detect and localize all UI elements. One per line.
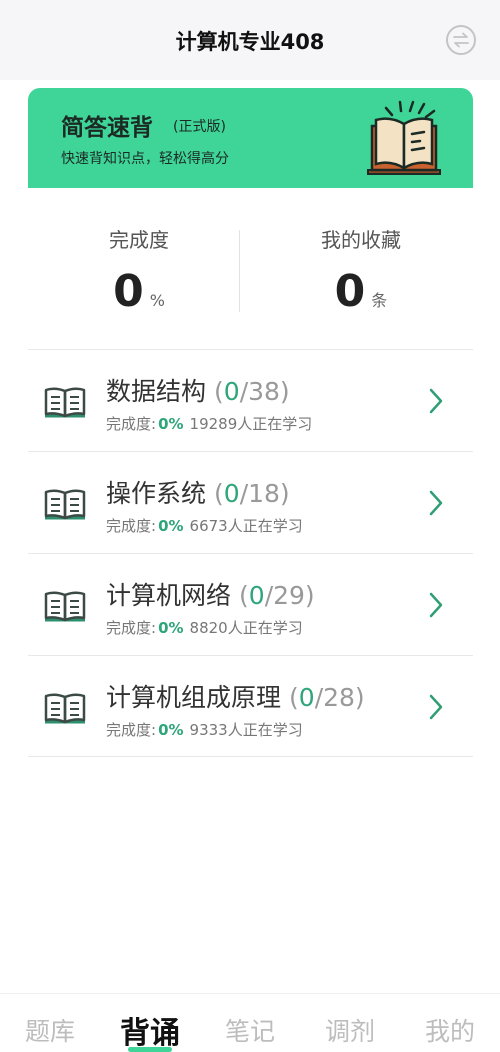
count-done: 0 [248,581,265,610]
subject-meta: 完成度: 0% 6673人正在学习 [106,515,303,536]
recite-banner[interactable]: 简答速背 (正式版) 快速背知识点，轻松得高分 [28,88,473,188]
bottom-tab-bar: 题库 背诵 笔记 调剂 我的 [0,993,500,1052]
progress-value: 0% [158,517,184,535]
subject-count: (0/38) [214,377,290,406]
chevron-right-icon [429,490,443,516]
stats-panel: 完成度 0% 我的收藏 0条 [28,188,473,348]
book-icon [44,387,86,418]
banner-title: 简答速背 [61,115,153,141]
subject-count: (0/29) [239,581,315,610]
count-total: /18) [239,479,290,508]
subject-name: 计算机组成原理 [106,683,282,712]
subject-name: 操作系统 [106,479,207,508]
count-done: 0 [298,683,315,712]
count-total: /29) [264,581,315,610]
book-icon [44,489,86,520]
subject-count: (0/18) [214,479,290,508]
book-icon [44,693,86,724]
progress-value: 0% [158,721,184,739]
completion-value-wrap: 0% [28,266,250,317]
learner-count: 9333人正在学习 [189,721,303,739]
tab-recite[interactable]: 背诵 [100,1008,200,1052]
banner-subtitle: 快速背知识点，轻松得高分 [61,151,229,167]
subject-title: 计算机网络 (0/29) [106,576,315,612]
count-open: ( [214,377,224,406]
page-title: 计算机专业408 [175,30,325,54]
tab-adjustment[interactable]: 调剂 [300,1012,400,1048]
chevron-right-icon [429,592,443,618]
subject-name: 数据结构 [106,377,207,406]
completion-label: 完成度 [109,228,169,252]
subject-list: 数据结构 (0/38) 完成度: 0% 19289人正在学习 操作系统 (0/18) 完… [28,349,473,757]
subject-name: 计算机网络 [106,581,232,610]
tab-notes[interactable]: 笔记 [200,1012,300,1048]
subject-title: 数据结构 (0/38) [106,372,290,408]
subject-title: 计算机组成原理 (0/28) [106,678,365,714]
favorites-value-wrap: 0条 [250,266,472,317]
subject-count: (0/28) [289,683,365,712]
progress-label: 完成度: [106,517,157,535]
subject-row-computer-networks[interactable]: 计算机网络 (0/29) 完成度: 0% 8820人正在学习 [28,553,473,655]
progress-label: 完成度: [106,415,157,433]
open-book-icon [367,100,441,175]
count-total: /28) [314,683,365,712]
subject-meta: 完成度: 0% 8820人正在学习 [106,617,303,638]
count-done: 0 [223,479,240,508]
active-tab-indicator [128,1047,172,1052]
subject-row-data-structures[interactable]: 数据结构 (0/38) 完成度: 0% 19289人正在学习 [28,349,473,451]
book-icon [44,591,86,622]
chevron-right-icon [429,694,443,720]
progress-label: 完成度: [106,619,157,637]
stats-divider [239,230,240,312]
app-header: 计算机专业408 [0,0,500,80]
learner-count: 6673人正在学习 [189,517,303,535]
progress-value: 0% [158,619,184,637]
completion-stat[interactable]: 完成度 0% [28,188,250,348]
subject-row-computer-organization[interactable]: 计算机组成原理 (0/28) 完成度: 0% 9333人正在学习 [28,655,473,757]
progress-label: 完成度: [106,721,157,739]
tab-mine[interactable]: 我的 [400,1012,500,1048]
count-done: 0 [223,377,240,406]
subject-title: 操作系统 (0/18) [106,474,290,510]
banner-version-tag: (正式版) [173,119,226,135]
learner-count: 8820人正在学习 [189,619,303,637]
learner-count: 19289人正在学习 [189,415,313,433]
subject-meta: 完成度: 0% 19289人正在学习 [106,413,312,434]
completion-unit: % [149,291,165,310]
subject-row-operating-systems[interactable]: 操作系统 (0/18) 完成度: 0% 6673人正在学习 [28,451,473,553]
count-open: ( [214,479,224,508]
favorites-unit: 条 [371,291,388,310]
tab-question-bank[interactable]: 题库 [0,1012,100,1048]
completion-value: 0 [113,266,144,317]
count-total: /38) [239,377,290,406]
switch-icon [453,32,469,48]
favorites-stat[interactable]: 我的收藏 0条 [250,188,472,348]
favorites-value: 0 [334,266,366,317]
progress-value: 0% [158,415,184,433]
chevron-right-icon [429,388,443,414]
count-open: ( [239,581,249,610]
count-open: ( [289,683,299,712]
switch-button[interactable] [446,25,476,55]
subject-meta: 完成度: 0% 9333人正在学习 [106,719,303,740]
favorites-label: 我的收藏 [321,228,401,252]
